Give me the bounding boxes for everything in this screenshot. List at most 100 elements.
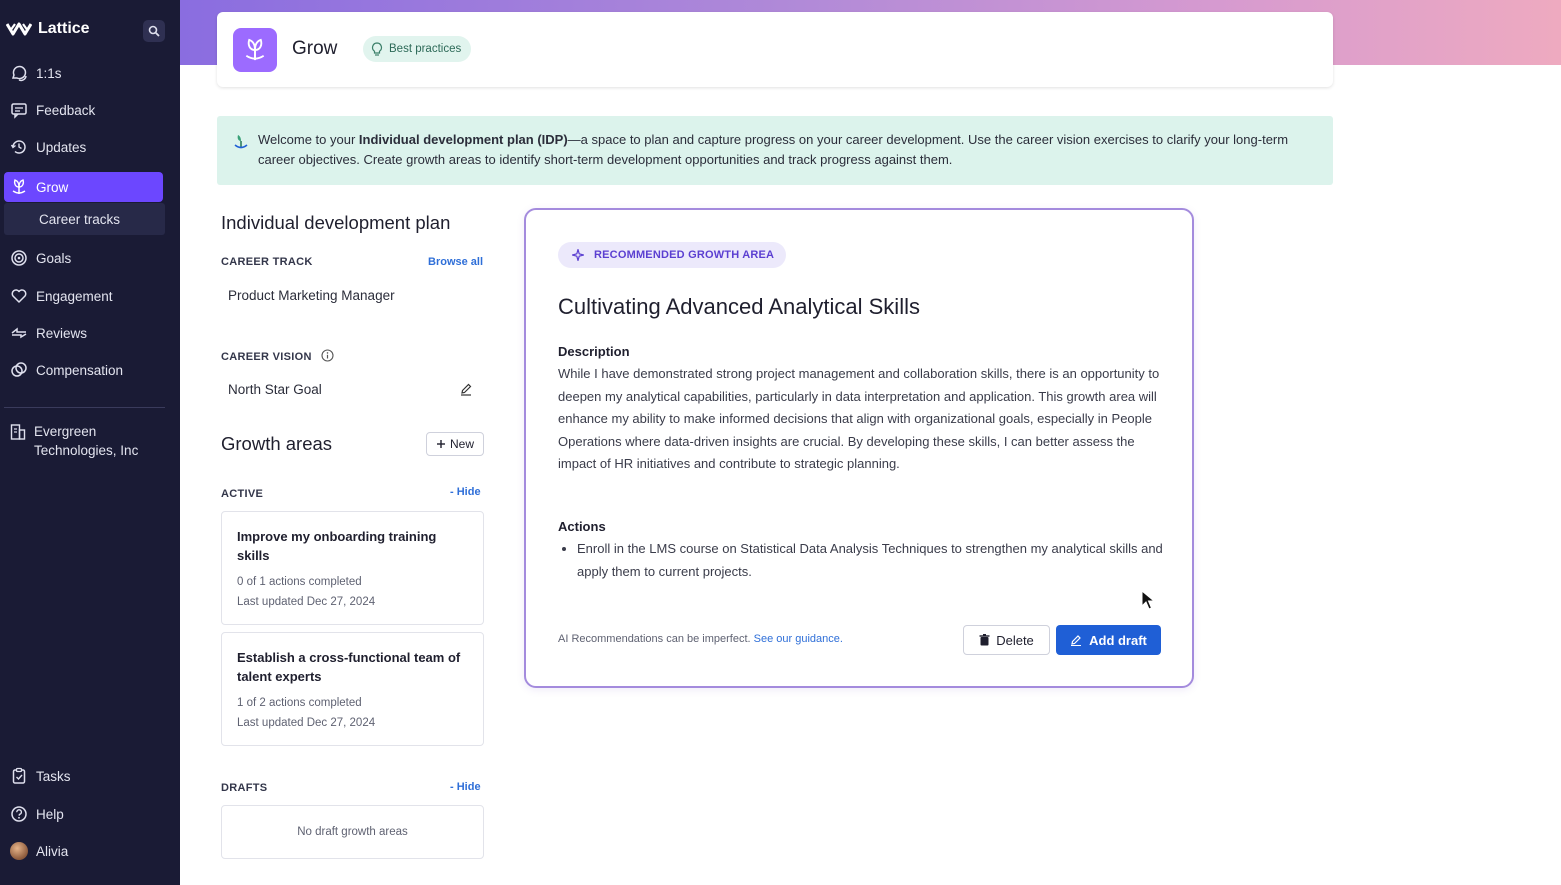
sidebar-item-label: 1:1s (36, 65, 62, 81)
growth-area-progress: 0 of 1 actions completed (237, 576, 362, 588)
growth-area-card[interactable]: Establish a cross-functional team of tal… (221, 632, 484, 746)
heart-icon (11, 289, 27, 303)
sidebar-item-feedback[interactable]: Feedback (4, 95, 163, 125)
grow-icon (245, 38, 265, 61)
sidebar-item-label: Help (36, 806, 64, 822)
growth-area-title: Improve my onboarding training skills (237, 529, 437, 563)
new-button-label: New (449, 437, 474, 451)
add-draft-button-label: Add draft (1089, 632, 1147, 648)
sidebar-divider (4, 407, 165, 408)
description-text: While I have demonstrated strong project… (558, 366, 1160, 471)
recommended-growth-area-card: RECOMMENDED GROWTH AREA Cultivating Adva… (524, 208, 1194, 688)
clipboard-icon (12, 767, 26, 784)
sidebar-item-label: Alivia (36, 843, 69, 859)
trash-icon (979, 634, 990, 646)
career-track-value[interactable]: Product Marketing Manager (228, 288, 395, 303)
pencil-icon (1071, 635, 1082, 646)
best-practices-button[interactable]: Best practices (363, 36, 472, 62)
page-title: Grow (292, 38, 338, 59)
active-hide-toggle[interactable]: - Hide (450, 486, 481, 498)
sidebar-item-label: Goals (36, 250, 72, 266)
sidebar-item-label: Compensation (36, 362, 124, 378)
help-icon (11, 806, 27, 822)
recommended-badge-label: RECOMMENDED GROWTH AREA (594, 249, 775, 261)
sidebar-item-label: Feedback (36, 102, 96, 118)
sparkle-icon (572, 249, 584, 261)
lattice-logo[interactable]: Lattice (6, 20, 90, 38)
building-icon (10, 424, 26, 440)
ai-disclaimer: AI Recommendations can be imperfect. See… (558, 633, 843, 645)
new-growth-area-button[interactable]: New (426, 432, 484, 456)
grow-icon (12, 179, 26, 194)
edit-icon[interactable] (459, 382, 473, 396)
career-vision-label: CAREER VISION (221, 349, 334, 363)
welcome-banner: Welcome to your Individual development p… (217, 116, 1333, 185)
grow-app-icon (233, 28, 277, 72)
compensation-icon (11, 362, 27, 377)
idp-title: Individual development plan (221, 212, 451, 233)
growth-area-progress: 1 of 2 actions completed (237, 697, 362, 709)
active-label: ACTIVE (221, 488, 264, 500)
sidebar-item-1on1s[interactable]: 1:1s (4, 58, 163, 88)
sprout-icon (234, 135, 248, 149)
sidebar-item-updates[interactable]: Updates (4, 132, 163, 162)
disclaimer-text: AI Recommendations can be imperfect. (558, 633, 751, 645)
sidebar-item-grow[interactable]: Grow (4, 172, 163, 202)
company-switcher[interactable]: Evergreen Technologies, Inc (10, 422, 154, 460)
target-icon (11, 250, 27, 266)
growth-area-updated: Last updated Dec 27, 2024 (237, 717, 376, 729)
sidebar-item-label: Engagement (36, 288, 113, 304)
sidebar-item-label: Grow (36, 179, 69, 195)
add-draft-button[interactable]: Add draft (1056, 625, 1161, 655)
sidebar-item-help[interactable]: Help (4, 799, 163, 829)
chat-bubbles-icon (11, 65, 27, 82)
lattice-logo-icon (6, 22, 32, 36)
growth-area-card[interactable]: Improve my onboarding training skills 0 … (221, 511, 484, 625)
mouse-cursor-icon (1141, 590, 1155, 610)
sidebar-item-tasks[interactable]: Tasks (4, 761, 163, 791)
growth-area-title: Establish a cross-functional team of tal… (237, 650, 461, 684)
sidebar-item-goals[interactable]: Goals (4, 243, 163, 273)
lightbulb-icon (371, 42, 383, 56)
career-vision-text: CAREER VISION (221, 351, 312, 363)
delete-button[interactable]: Delete (963, 625, 1050, 655)
guidance-link[interactable]: See our guidance. (754, 633, 843, 645)
brand-name: Lattice (38, 20, 90, 37)
sidebar: Lattice 1:1s Feedback Updates Grow Caree… (0, 0, 180, 885)
recommended-badge: RECOMMENDED GROWTH AREA (558, 242, 787, 268)
sidebar-item-label: Updates (36, 139, 87, 155)
recommendation-title: Cultivating Advanced Analytical Skills (558, 294, 920, 319)
sidebar-item-engagement[interactable]: Engagement (4, 281, 163, 311)
sidebar-item-profile[interactable]: Alivia (4, 836, 163, 866)
info-icon[interactable] (321, 349, 334, 362)
company-name: Evergreen Technologies, Inc (34, 424, 139, 458)
sidebar-item-compensation[interactable]: Compensation (4, 355, 163, 385)
sidebar-subitem-career-tracks[interactable]: Career tracks (4, 203, 165, 235)
career-track-label: CAREER TRACK (221, 256, 313, 268)
delete-button-label: Delete (996, 632, 1034, 648)
growth-area-updated: Last updated Dec 27, 2024 (237, 596, 376, 608)
best-practices-label: Best practices (389, 43, 462, 55)
drafts-hide-toggle[interactable]: - Hide (450, 781, 481, 793)
page-header: Grow Best practices (217, 12, 1333, 87)
feedback-icon (11, 103, 27, 119)
description-heading: Description (558, 344, 630, 359)
browse-all-link[interactable]: Browse all (428, 256, 483, 268)
avatar (10, 842, 28, 860)
reviews-icon (11, 327, 27, 339)
sidebar-item-label: Reviews (36, 325, 88, 341)
welcome-idp-term: Individual development plan (IDP) (358, 132, 568, 147)
search-icon (148, 25, 160, 37)
career-vision-value[interactable]: North Star Goal (228, 382, 322, 397)
welcome-prefix: Welcome to your (258, 132, 359, 147)
drafts-empty-state: No draft growth areas (221, 805, 484, 859)
actions-list: Enroll in the LMS course on Statistical … (558, 538, 1166, 583)
search-button[interactable] (143, 20, 165, 42)
welcome-text: Welcome to your Individual development p… (258, 130, 1318, 170)
sidebar-item-label: Tasks (36, 768, 71, 784)
sidebar-item-reviews[interactable]: Reviews (4, 318, 163, 348)
plus-icon (436, 440, 445, 448)
actions-heading: Actions (558, 519, 606, 534)
action-item: Enroll in the LMS course on Statistical … (577, 538, 1166, 583)
growth-areas-title: Growth areas (221, 433, 333, 454)
